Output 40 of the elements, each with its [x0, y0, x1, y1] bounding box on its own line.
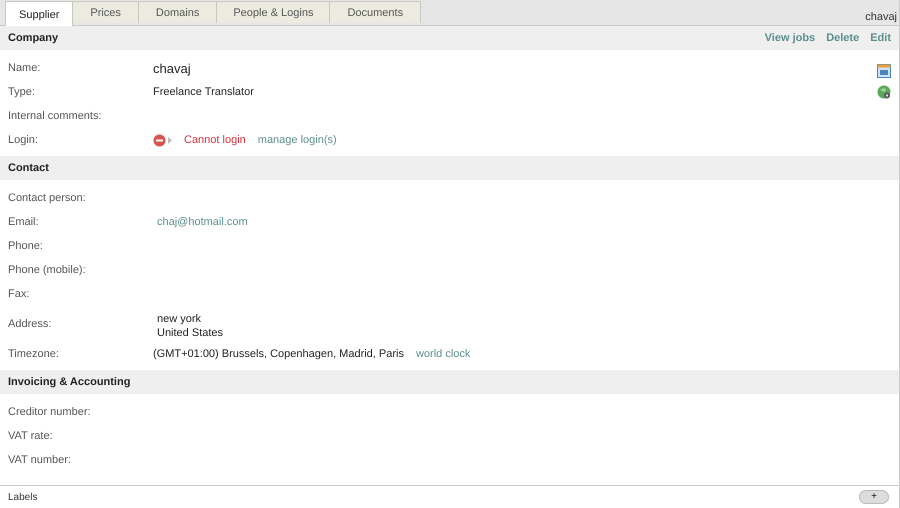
field-label: Name:	[8, 62, 42, 74]
field-value: chavaj	[153, 60, 191, 76]
field-value: Freelance Translator	[153, 86, 254, 98]
calendar-icon[interactable]	[877, 64, 891, 78]
field-label: Login:	[8, 134, 39, 146]
section-title: Invoicing & Accounting	[8, 376, 130, 388]
field-label: Phone:	[8, 240, 44, 252]
action-link[interactable]: Delete	[826, 32, 860, 44]
tab[interactable]: Supplier	[5, 1, 74, 26]
field-label: Fax:	[8, 288, 30, 300]
user-name: chavaj	[865, 11, 898, 25]
field-label: Type:	[8, 86, 36, 98]
action-link[interactable]: Edit	[870, 32, 891, 44]
field-label: Creditor number:	[8, 406, 92, 418]
link[interactable]: manage login(s)	[258, 134, 337, 146]
globe-icon[interactable]	[877, 85, 891, 99]
labels-title: Labels	[8, 492, 38, 502]
field-label: Timezone:	[8, 348, 60, 360]
blocked-icon[interactable]	[153, 134, 173, 146]
section-title: Contact	[8, 162, 49, 174]
address-line: new york	[157, 312, 202, 326]
field-label: Address:	[8, 318, 52, 330]
login-status: Cannot login	[184, 134, 246, 146]
field-value: (GMT+01:00) Brussels, Copenhagen, Madrid, Paris	[153, 348, 404, 360]
field-label: Phone (mobile):	[8, 264, 87, 276]
action-link[interactable]: View jobs	[764, 32, 816, 44]
link[interactable]: chaj@hotmail.com	[157, 216, 248, 228]
tab[interactable]: Documents	[329, 1, 422, 23]
add-button[interactable]: +	[859, 490, 889, 504]
field-label: Internal comments:	[8, 110, 103, 122]
field-label: Contact person:	[8, 192, 87, 204]
field-label: VAT rate:	[8, 430, 54, 442]
tab[interactable]: People & Logins	[216, 1, 330, 23]
link[interactable]: world clock	[416, 348, 470, 360]
address-line: United States	[157, 326, 224, 340]
tab[interactable]: Domains	[138, 1, 218, 23]
field-label: VAT number:	[8, 454, 72, 466]
section-title: Company	[8, 32, 58, 44]
tab[interactable]: Prices	[72, 1, 139, 23]
field-label: Email:	[8, 216, 40, 228]
